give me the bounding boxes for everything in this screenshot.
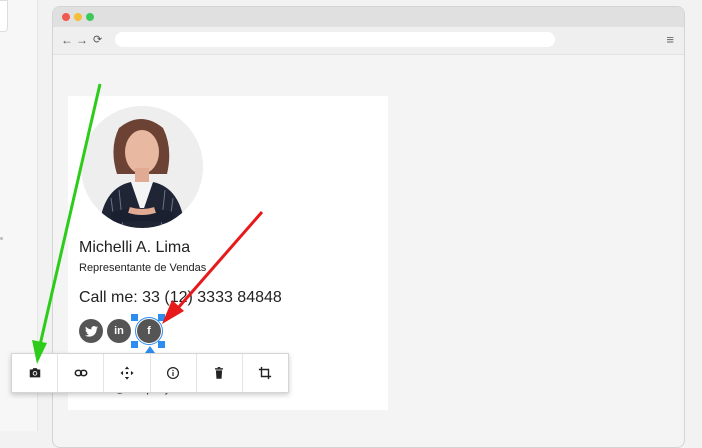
linkedin-icon[interactable]: in — [107, 319, 131, 343]
toolbar-pointer — [145, 346, 155, 353]
twitter-icon[interactable] — [79, 319, 103, 343]
camera-button[interactable] — [12, 354, 59, 392]
address-bar — [115, 32, 555, 47]
facebook-glyph: f — [147, 324, 151, 337]
crop-icon — [259, 366, 272, 380]
selection-handle-bl[interactable] — [131, 341, 138, 348]
image-toolbar — [11, 353, 289, 393]
delete-button[interactable] — [197, 354, 243, 392]
move-icon — [120, 366, 134, 380]
facebook-icon[interactable]: f — [135, 317, 163, 345]
profile-photo[interactable] — [81, 106, 203, 228]
window-close-dot — [62, 13, 70, 21]
selection-handle-tl[interactable] — [131, 314, 138, 321]
browser-titlebar — [53, 7, 684, 27]
link-button[interactable] — [58, 354, 105, 392]
left-panel-handle[interactable] — [0, 237, 3, 240]
linkedin-glyph: in — [114, 324, 124, 337]
info-button[interactable] — [151, 354, 197, 392]
signature-phone[interactable]: Call me: 33 (12) 3333 84848 — [79, 289, 282, 307]
window-maximize-dot — [86, 13, 94, 21]
signature-title[interactable]: Representante de Vendas — [79, 262, 206, 274]
move-button[interactable] — [104, 354, 151, 392]
signature-name[interactable]: Michelli A. Lima — [79, 239, 190, 257]
left-panel-tab[interactable] — [0, 0, 8, 32]
reload-icon: ⟳ — [93, 34, 103, 46]
window-minimize-dot — [74, 13, 82, 21]
camera-icon — [29, 368, 40, 378]
trash-icon — [215, 367, 224, 379]
crop-button[interactable] — [243, 354, 288, 392]
hamburger-menu-icon: ≡ — [666, 32, 674, 47]
link-icon — [74, 369, 88, 377]
selection-handle-br[interactable] — [158, 341, 165, 348]
browser-toolbar: ← → ⟳ ≡ — [53, 27, 684, 55]
info-icon — [167, 366, 180, 380]
back-arrow-icon: ← — [61, 33, 73, 47]
forward-arrow-icon: → — [76, 33, 88, 47]
selection-handle-tr[interactable] — [158, 314, 165, 321]
